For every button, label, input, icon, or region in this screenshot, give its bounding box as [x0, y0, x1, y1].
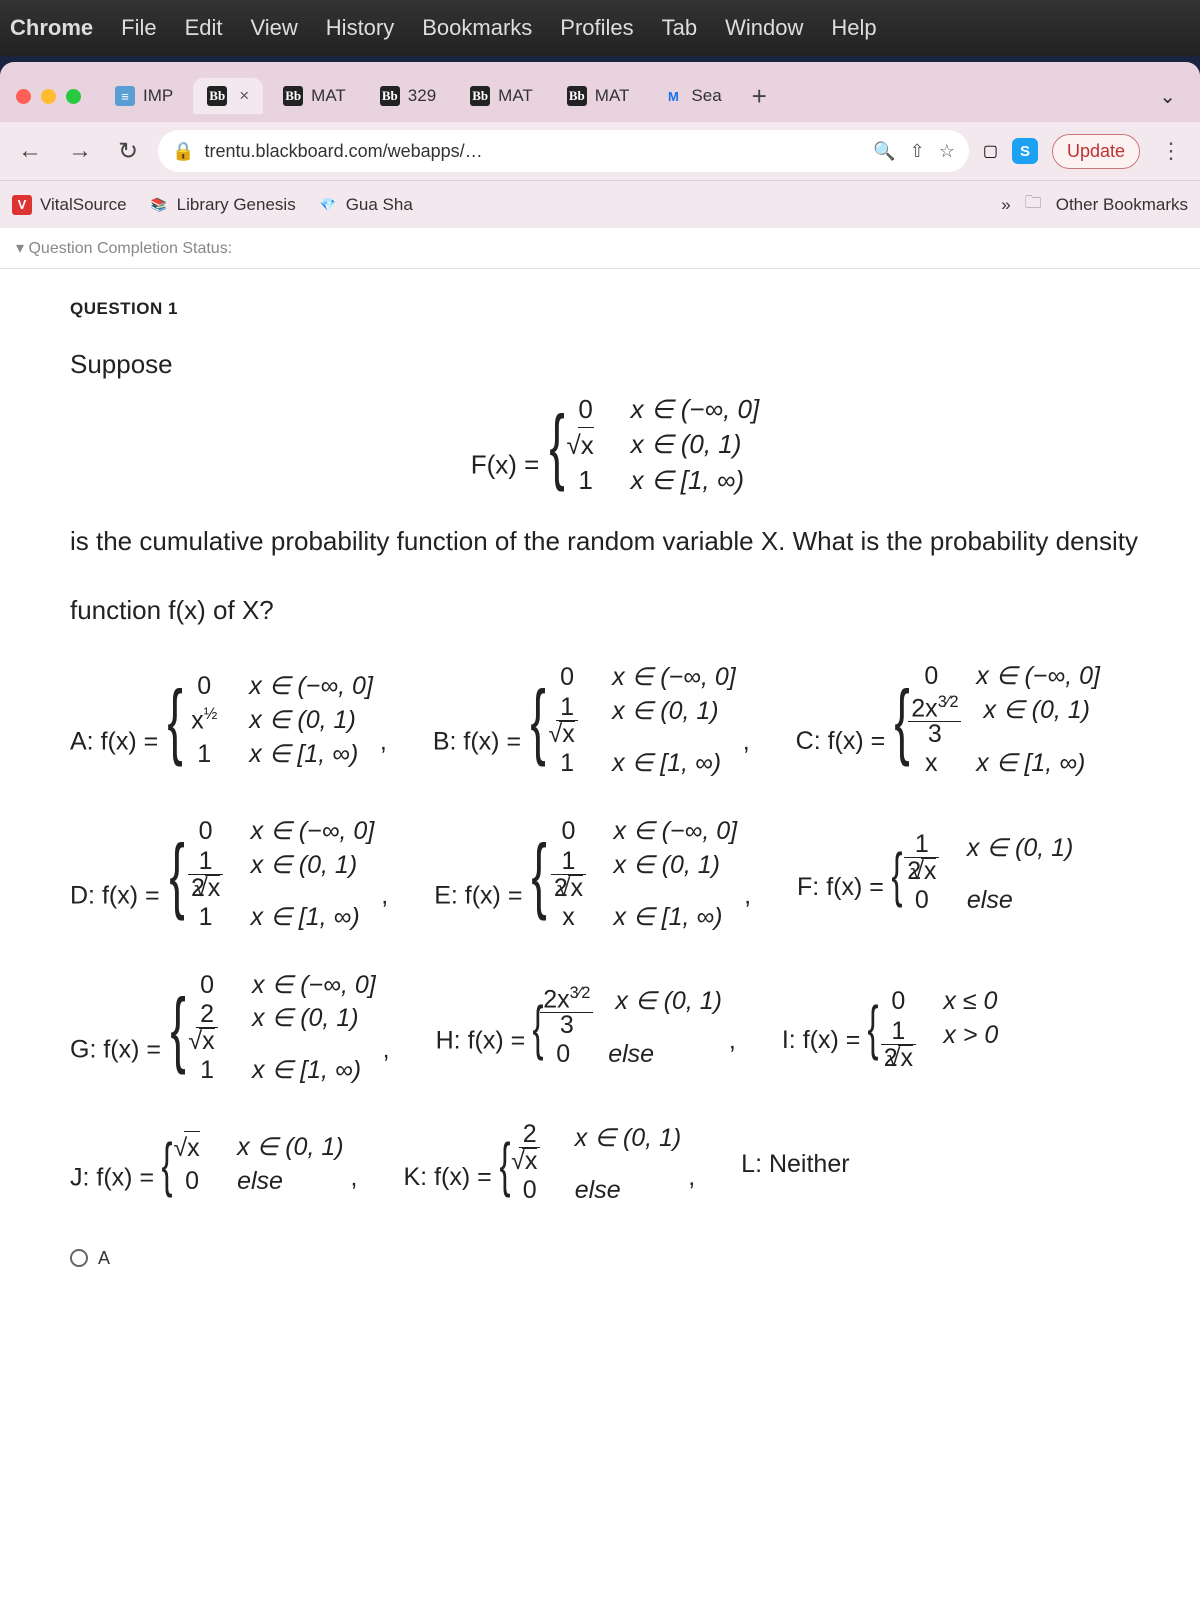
lock-icon: 🔒: [172, 141, 194, 162]
other-bookmarks[interactable]: Other Bookmarks: [1056, 195, 1188, 215]
toolbar: ← → ↻ 🔒 trentu.blackboard.com/webapps/… …: [0, 122, 1200, 180]
option-h: H: f(x) = { 2x3⁄23x ∈ (0, 1) 0else ,: [436, 985, 736, 1072]
answer-choice-a[interactable]: A: [70, 1248, 1160, 1269]
option-i: I: f(x) = { 0x ≤ 0 12xx > 0: [782, 985, 998, 1071]
option-c: C: f(x) = { 0x ∈ (−∞, 0] 2x3⁄23x ∈ (0, 1…: [796, 660, 1100, 781]
option-e: E: f(x) = { 0x ∈ (−∞, 0] 12xx ∈ (0, 1) x…: [434, 815, 751, 935]
tab-329[interactable]: Bb 329: [366, 78, 450, 114]
radio-icon[interactable]: [70, 1249, 88, 1267]
share-icon[interactable]: ⇧: [910, 141, 925, 162]
page-content: ▾ Question Completion Status: QUESTION 1…: [0, 228, 1200, 1600]
option-b: B: f(x) = { 0x ∈ (−∞, 0] 1xx ∈ (0, 1) 1x…: [433, 661, 750, 781]
suppose-text: Suppose: [70, 349, 1160, 380]
menu-window[interactable]: Window: [725, 15, 803, 41]
reading-list-icon[interactable]: ▢: [983, 141, 998, 161]
close-window-button[interactable]: [16, 89, 31, 104]
tab-label: 329: [408, 86, 436, 106]
maximize-window-button[interactable]: [66, 89, 81, 104]
blackboard-icon: Bb: [283, 86, 303, 106]
back-button[interactable]: ←: [12, 137, 48, 165]
menu-edit[interactable]: Edit: [185, 15, 223, 41]
menu-file[interactable]: File: [121, 15, 156, 41]
tab-mat-3[interactable]: Bb MAT: [553, 78, 644, 114]
diamond-icon: 💎: [318, 195, 338, 215]
option-a: A: f(x) = { 0x ∈ (−∞, 0] x½x ∈ (0, 1) 1x…: [70, 670, 387, 772]
update-label: Update: [1067, 141, 1125, 162]
question-desc-line2: function f(x) of X?: [70, 591, 1160, 630]
search-icon[interactable]: 🔍: [873, 141, 895, 162]
cdf-definition: F(x) = { 0x ∈ (−∞, 0] xx ∈ (0, 1) 1x ∈ […: [70, 392, 1160, 498]
question-number: QUESTION 1: [70, 299, 1160, 319]
address-bar[interactable]: 🔒 trentu.blackboard.com/webapps/… 🔍 ⇧ ☆: [158, 130, 969, 172]
star-icon[interactable]: ☆: [939, 141, 955, 162]
forward-button[interactable]: →: [62, 137, 98, 165]
option-k: K: f(x) = { 2xx ∈ (0, 1) 0else ,: [404, 1122, 696, 1208]
kebab-menu-icon[interactable]: ⋮: [1154, 138, 1188, 164]
bookmark-label: VitalSource: [40, 195, 127, 215]
bookmark-guasha[interactable]: 💎 Gua Sha: [318, 195, 413, 215]
app-name: Chrome: [10, 15, 93, 41]
menu-view[interactable]: View: [251, 15, 298, 41]
browser-window: ≡ IMP Bb × Bb MAT Bb 329 Bb MAT Bb MAT M…: [0, 62, 1200, 1600]
option-j: J: f(x) = { xx ∈ (0, 1) 0else ,: [70, 1131, 358, 1200]
question-completion-status[interactable]: ▾ Question Completion Status:: [0, 228, 1200, 269]
chevron-down-icon[interactable]: ⌄: [1145, 84, 1190, 109]
tab-label: Sea: [691, 86, 721, 106]
bookmarks-overflow[interactable]: »: [1001, 195, 1010, 215]
tab-sea[interactable]: M Sea: [649, 78, 735, 114]
macos-menubar: Chrome File Edit View History Bookmarks …: [0, 0, 1200, 56]
url-text: trentu.blackboard.com/webapps/…: [205, 141, 483, 162]
bookmarks-bar: V VitalSource 📚 Library Genesis 💎 Gua Sh…: [0, 180, 1200, 228]
minimize-window-button[interactable]: [41, 89, 56, 104]
menu-history[interactable]: History: [326, 15, 394, 41]
question-desc-line1: is the cumulative probability function o…: [70, 522, 1160, 561]
blackboard-icon: Bb: [470, 86, 490, 106]
bookmark-label: Library Genesis: [177, 195, 296, 215]
folder-icon: 🗀: [1025, 190, 1042, 219]
tab-mat-1[interactable]: Bb MAT: [269, 78, 360, 114]
option-d: D: f(x) = { 0x ∈ (−∞, 0] 12xx ∈ (0, 1) 1…: [70, 815, 388, 935]
bookmark-libgen[interactable]: 📚 Library Genesis: [149, 195, 296, 215]
update-button[interactable]: Update: [1052, 134, 1140, 169]
tab-imp[interactable]: ≡ IMP: [101, 78, 187, 114]
new-tab-button[interactable]: +: [742, 81, 777, 112]
gmail-icon: M: [663, 86, 683, 106]
close-icon[interactable]: ×: [239, 86, 249, 106]
tab-label: IMP: [143, 86, 173, 106]
address-icons: 🔍 ⇧ ☆: [873, 141, 955, 162]
tab-bb-active[interactable]: Bb ×: [193, 78, 263, 114]
menu-bookmarks[interactable]: Bookmarks: [422, 15, 532, 41]
bookmark-vitalsource[interactable]: V VitalSource: [12, 195, 127, 215]
answer-label: A: [98, 1248, 110, 1269]
menu-tab[interactable]: Tab: [662, 15, 697, 41]
books-icon: 📚: [149, 195, 169, 215]
blackboard-icon: Bb: [207, 86, 227, 106]
window-controls: [10, 89, 95, 104]
menu-profiles[interactable]: Profiles: [560, 15, 633, 41]
menu-help[interactable]: Help: [831, 15, 876, 41]
answer-options: A: f(x) = { 0x ∈ (−∞, 0] x½x ∈ (0, 1) 1x…: [70, 660, 1160, 1208]
extension-s-icon[interactable]: S: [1012, 138, 1038, 164]
option-l: L: Neither: [741, 1150, 849, 1179]
blackboard-icon: Bb: [380, 86, 400, 106]
bookmark-label: Gua Sha: [346, 195, 413, 215]
tab-mat-2[interactable]: Bb MAT: [456, 78, 547, 114]
reload-button[interactable]: ↻: [112, 137, 144, 166]
tab-label: MAT: [311, 86, 346, 106]
option-f: F: f(x) = { 12xx ∈ (0, 1) 0else: [797, 832, 1073, 918]
tab-label: MAT: [498, 86, 533, 106]
vitalsource-icon: V: [12, 195, 32, 215]
tab-strip: ≡ IMP Bb × Bb MAT Bb 329 Bb MAT Bb MAT M…: [0, 62, 1200, 122]
option-g: G: f(x) = { 0x ∈ (−∞, 0] 2xx ∈ (0, 1) 1x…: [70, 969, 390, 1089]
question-body: QUESTION 1 Suppose F(x) = { 0x ∈ (−∞, 0]…: [0, 269, 1200, 1289]
hamburger-icon: ≡: [115, 86, 135, 106]
blackboard-icon: Bb: [567, 86, 587, 106]
tab-label: MAT: [595, 86, 630, 106]
